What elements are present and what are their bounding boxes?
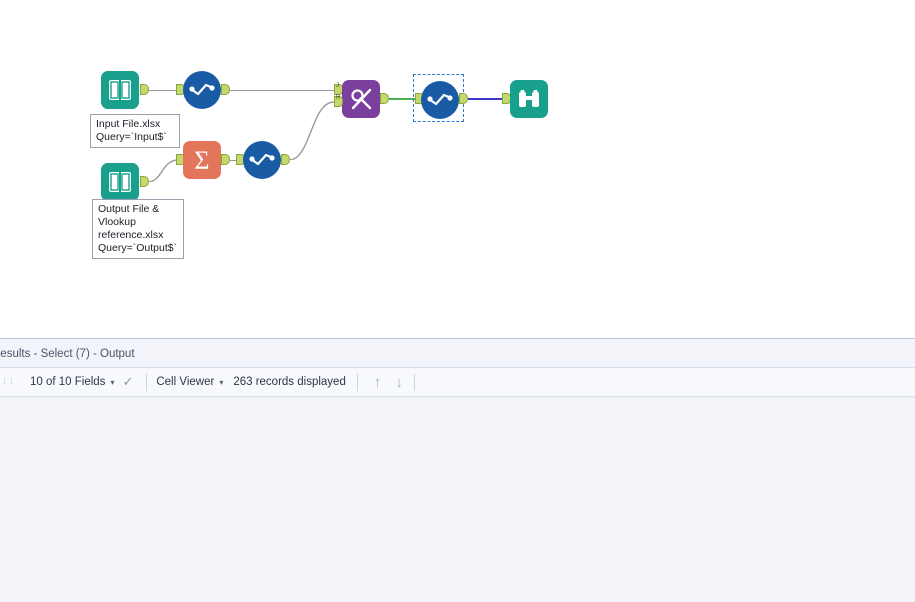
input-file-annotation: Input File.xlsx Query=`Input$` — [90, 114, 180, 148]
toolbar-divider-2 — [356, 373, 358, 391]
anchor-out-join[interactable] — [380, 93, 389, 104]
select-tool-3[interactable] — [243, 141, 281, 179]
anchor-label-j: J — [336, 83, 339, 89]
workflow-canvas[interactable]: J R Input File.xlsx Query=`Input$` Σ Out… — [0, 0, 915, 338]
anchor-out-summarize[interactable] — [221, 154, 230, 165]
wire-select3-to-join-r — [289, 101, 335, 160]
results-title-text: Results - Select (7) - Output — [0, 348, 135, 360]
results-pane-title: Results - Select (7) - Output — [0, 345, 915, 363]
anchor-out-input-top[interactable] — [140, 84, 149, 95]
select-tool-2-selected[interactable] — [421, 81, 459, 119]
anchor-out-select1[interactable] — [221, 84, 230, 95]
wire-select1-to-join — [230, 90, 336, 91]
scroll-up-icon[interactable]: ↑ — [374, 375, 382, 390]
records-displayed-label: 263 records displayed — [233, 376, 346, 388]
toolbar-divider-1 — [146, 373, 148, 391]
results-pane: Results - Select (7) - Output ⋮⋮ 10 of 1… — [0, 338, 915, 602]
select-icon — [249, 153, 275, 166]
scroll-down-icon[interactable]: ↓ — [395, 375, 403, 390]
cell-viewer-label: Cell Viewer — [156, 376, 215, 388]
chevron-down-icon[interactable]: ▾ — [219, 378, 223, 387]
binoculars-icon — [519, 90, 539, 107]
cell-viewer-selector[interactable]: Cell Viewer ▾ — [156, 376, 223, 388]
toolbar-grip: ⋮⋮ — [1, 378, 16, 385]
select-tool-1[interactable] — [183, 71, 221, 109]
book-icon — [109, 172, 131, 192]
wire-input-top-to-select1 — [149, 90, 178, 91]
sigma-icon: Σ — [194, 147, 209, 173]
svg-text:Σ: Σ — [194, 147, 209, 173]
results-toolbar[interactable]: ⋮⋮ 10 of 10 Fields ▾ ✓ Cell Viewer ▾ 263… — [0, 367, 915, 397]
book-icon — [109, 80, 131, 100]
input-data-tool-bottom[interactable] — [101, 163, 139, 201]
anchor-out-select2[interactable] — [459, 93, 468, 104]
output-file-annotation: Output File & Vlookup reference.xlsx Que… — [92, 199, 184, 259]
chevron-down-icon[interactable]: ▾ — [110, 378, 114, 387]
join-icon — [351, 88, 372, 110]
select-icon — [189, 83, 215, 96]
browse-tool[interactable] — [510, 80, 548, 118]
check-icon[interactable]: ✓ — [122, 374, 133, 390]
wire-select2-to-browse — [468, 98, 504, 100]
toolbar-divider-3 — [413, 373, 415, 391]
select-icon — [427, 93, 453, 106]
input-data-tool-top[interactable] — [101, 71, 139, 109]
summarize-tool[interactable]: Σ — [183, 141, 221, 179]
fields-label: 10 of 10 Fields — [30, 376, 106, 388]
alteryx-designer-window: J R Input File.xlsx Query=`Input$` Σ Out… — [0, 0, 915, 602]
join-tool[interactable] — [342, 80, 380, 118]
fields-selector[interactable]: 10 of 10 Fields ▾ ✓ — [30, 374, 133, 390]
